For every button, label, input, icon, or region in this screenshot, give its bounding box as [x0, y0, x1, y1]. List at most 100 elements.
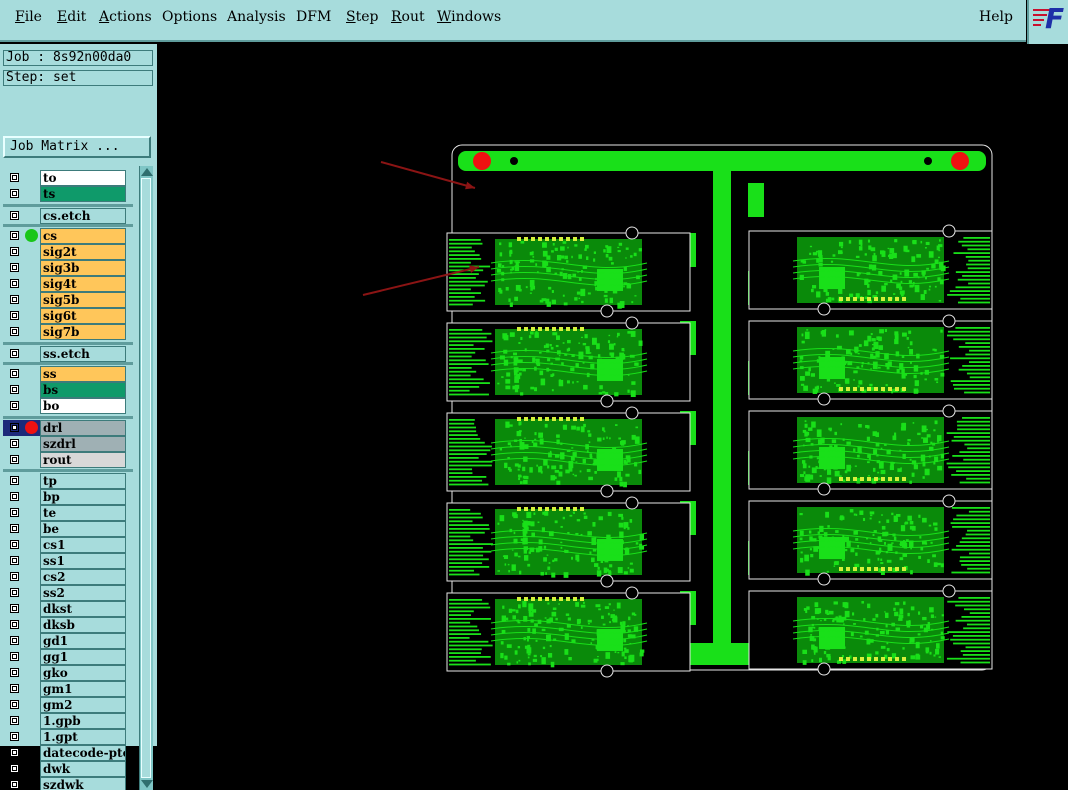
layer-checkbox[interactable] — [10, 604, 19, 613]
layer-checkbox[interactable] — [10, 231, 19, 240]
layer-row-sig2t[interactable]: sig2t — [3, 244, 127, 260]
layer-checkbox[interactable] — [10, 173, 19, 182]
layer-checkbox[interactable] — [10, 247, 19, 256]
layer-row-bo[interactable]: bo — [3, 398, 127, 414]
layer-row-cs1[interactable]: cs1 — [3, 537, 127, 553]
layer-name-label[interactable]: dkst — [40, 601, 126, 617]
layer-row-to[interactable]: to — [3, 170, 127, 186]
layer-row-szdwk[interactable]: szdwk — [3, 777, 127, 790]
layer-checkbox[interactable] — [10, 588, 19, 597]
layer-checkbox[interactable] — [10, 540, 19, 549]
layer-list-scrollbar[interactable] — [139, 166, 153, 790]
layer-row-gm1[interactable]: gm1 — [3, 681, 127, 697]
layer-row-sig6t[interactable]: sig6t — [3, 308, 127, 324]
layer-checkbox[interactable] — [10, 327, 19, 336]
menu-dfm[interactable]: DFM — [296, 9, 331, 25]
layer-checkbox[interactable] — [10, 189, 19, 198]
layer-name-label[interactable]: sig5b — [40, 292, 126, 308]
layer-name-label[interactable]: 1.gpt — [40, 729, 126, 745]
layer-row-rout[interactable]: rout — [3, 452, 127, 468]
menu-analysis[interactable]: Analysis — [227, 9, 286, 25]
layer-name-label[interactable]: sig6t — [40, 308, 126, 324]
layer-row-sig4t[interactable]: sig4t — [3, 276, 127, 292]
layer-row-sig5b[interactable]: sig5b — [3, 292, 127, 308]
layer-checkbox[interactable] — [10, 524, 19, 533]
layer-checkbox[interactable] — [10, 385, 19, 394]
layer-row-sig3b[interactable]: sig3b — [3, 260, 127, 276]
layer-name-label[interactable]: cs — [40, 228, 126, 244]
menu-options[interactable]: Options — [162, 9, 217, 25]
layer-row-1-gpb[interactable]: 1.gpb — [3, 713, 127, 729]
layer-name-label[interactable]: rout — [40, 452, 126, 468]
layer-name-label[interactable]: ss2 — [40, 585, 126, 601]
layer-checkbox[interactable] — [10, 211, 19, 220]
layer-checkbox[interactable] — [10, 748, 19, 757]
menu-actions[interactable]: Actions — [99, 9, 152, 25]
layer-name-label[interactable]: dwk — [40, 761, 126, 777]
layer-row-dksb[interactable]: dksb — [3, 617, 127, 633]
layer-row-bs[interactable]: bs — [3, 382, 127, 398]
layer-name-label[interactable]: tp — [40, 473, 126, 489]
layer-name-label[interactable]: cs2 — [40, 569, 126, 585]
layer-row-gd1[interactable]: gd1 — [3, 633, 127, 649]
layer-checkbox[interactable] — [10, 732, 19, 741]
layer-row-cs2[interactable]: cs2 — [3, 569, 127, 585]
layer-name-label[interactable]: szdwk — [40, 777, 126, 790]
pcb-panel-view[interactable] — [157, 44, 1068, 746]
layer-row-dwk[interactable]: dwk — [3, 761, 127, 777]
layer-name-label[interactable]: drl — [40, 420, 126, 436]
layer-name-label[interactable]: sig4t — [40, 276, 126, 292]
layer-checkbox[interactable] — [10, 492, 19, 501]
layer-checkbox[interactable] — [10, 764, 19, 773]
layer-row-datecode-ptc[interactable]: datecode-ptc — [3, 745, 127, 761]
menu-edit[interactable]: Edit — [57, 9, 86, 25]
layer-checkbox[interactable] — [10, 572, 19, 581]
layer-name-label[interactable]: te — [40, 505, 126, 521]
layer-checkbox[interactable] — [10, 369, 19, 378]
layer-checkbox[interactable] — [10, 263, 19, 272]
layer-row-ss[interactable]: ss — [3, 366, 127, 382]
layer-row-te[interactable]: te — [3, 505, 127, 521]
menu-step[interactable]: Step — [346, 9, 378, 25]
layer-name-label[interactable]: 1.gpb — [40, 713, 126, 729]
layer-name-label[interactable]: gko — [40, 665, 126, 681]
layer-row-drl[interactable]: drl — [3, 420, 126, 436]
layer-checkbox[interactable] — [10, 455, 19, 464]
layer-name-label[interactable]: bs — [40, 382, 126, 398]
layer-name-label[interactable]: gd1 — [40, 633, 126, 649]
layer-row-gg1[interactable]: gg1 — [3, 649, 127, 665]
layer-checkbox[interactable] — [10, 439, 19, 448]
layer-name-label[interactable]: cs.etch — [40, 208, 126, 224]
graphics-canvas[interactable] — [157, 44, 1068, 746]
layer-checkbox[interactable] — [10, 295, 19, 304]
layer-name-label[interactable]: datecode-ptc — [40, 745, 126, 761]
layer-name-label[interactable]: szdrl — [40, 436, 126, 452]
layer-name-label[interactable]: sig7b — [40, 324, 126, 340]
layer-checkbox[interactable] — [10, 311, 19, 320]
layer-name-label[interactable]: cs1 — [40, 537, 126, 553]
layer-name-label[interactable]: bo — [40, 398, 126, 414]
layer-row-dkst[interactable]: dkst — [3, 601, 127, 617]
layer-name-label[interactable]: gm2 — [40, 697, 126, 713]
layer-checkbox[interactable] — [10, 636, 19, 645]
menu-windows[interactable]: Windows — [437, 9, 501, 25]
layer-row-szdrl[interactable]: szdrl — [3, 436, 127, 452]
layer-row-gm2[interactable]: gm2 — [3, 697, 127, 713]
layer-name-label[interactable]: dksb — [40, 617, 126, 633]
layer-row-1-gpt[interactable]: 1.gpt — [3, 729, 127, 745]
layer-checkbox[interactable] — [10, 401, 19, 410]
layer-row-bp[interactable]: bp — [3, 489, 127, 505]
layer-name-label[interactable]: ss — [40, 366, 126, 382]
layer-checkbox[interactable] — [10, 349, 19, 358]
scroll-up-arrow-icon[interactable] — [141, 168, 153, 176]
job-matrix-button[interactable]: Job Matrix ... — [3, 136, 151, 158]
layer-row-ts[interactable]: ts — [3, 186, 127, 202]
layer-row-ss1[interactable]: ss1 — [3, 553, 127, 569]
layer-row-ss-etch[interactable]: ss.etch — [3, 346, 127, 362]
layer-checkbox[interactable] — [10, 668, 19, 677]
layer-name-label[interactable]: ts — [40, 186, 126, 202]
layer-row-sig7b[interactable]: sig7b — [3, 324, 127, 340]
layer-name-label[interactable]: gm1 — [40, 681, 126, 697]
layer-checkbox[interactable] — [10, 508, 19, 517]
layer-checkbox[interactable] — [10, 556, 19, 565]
